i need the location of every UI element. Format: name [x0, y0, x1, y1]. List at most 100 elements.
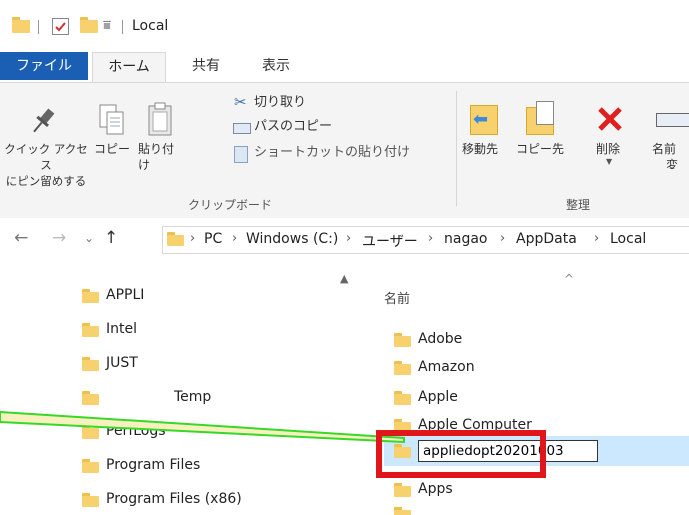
breadcrumb-nagao[interactable]: nagao	[444, 231, 487, 247]
rename-icon	[656, 113, 689, 127]
breadcrumb-separator: ›	[232, 231, 238, 246]
file-list-item-label: Amazon	[418, 359, 475, 375]
file-list-item-label: Apple	[418, 389, 458, 405]
rename-button[interactable]: 名前 変更	[642, 89, 689, 169]
paste-label: 貼り付け	[138, 142, 175, 172]
title-bar: ⩸ Local	[0, 0, 689, 52]
file-list-item-label: Apple Computer	[418, 417, 532, 433]
file-list-item-label: Apps	[418, 481, 453, 497]
copy-path-label: パスのコピー	[254, 119, 333, 134]
recent-locations-icon[interactable]: ⌄	[84, 231, 94, 245]
breadcrumb-separator: ›	[500, 231, 506, 246]
chevron-down-icon: ▼	[606, 157, 613, 166]
folder-icon	[82, 323, 99, 337]
pin-to-quick-access-button[interactable]: クイック アクセス にピン留めする	[0, 89, 88, 189]
up-arrow-icon[interactable]: ↑	[104, 228, 118, 248]
breadcrumb-users[interactable]: ユーザー	[362, 231, 418, 251]
cut-button[interactable]: ✂ 切り取り	[230, 93, 450, 115]
paste-icon	[148, 102, 172, 136]
file-list-item[interactable]: Amazon	[394, 356, 689, 382]
organize-group-label: 整理	[566, 198, 591, 212]
copy-to-button[interactable]: コピー先	[514, 89, 570, 169]
sort-ascending-icon: ^	[564, 272, 575, 286]
folder-icon	[82, 459, 99, 473]
nav-item-label: Program Files	[106, 457, 201, 473]
copy-icon	[99, 104, 124, 135]
folder-icon	[394, 444, 411, 458]
breadcrumb-local[interactable]: Local	[610, 231, 689, 247]
paste-shortcut-icon	[234, 146, 248, 163]
folder-icon	[394, 507, 411, 515]
copy-path-icon	[233, 123, 251, 134]
breadcrumb-separator: ›	[190, 231, 196, 246]
paste-shortcut-button[interactable]: ショートカットの貼り付け	[230, 145, 450, 165]
customize-toolbar-icon[interactable]: ⩸	[103, 18, 111, 33]
ribbon: クイック アクセス にピン留めする コピー 貼り付け ✂ 切り取り パスのコピー…	[0, 82, 689, 219]
delete-button[interactable]: 削除 ▼	[590, 89, 630, 169]
navigation-pane: ▲ APPLI Intel JUST Temp PerfLogs Program…	[0, 258, 362, 515]
nav-item-label: Intel	[106, 321, 137, 337]
cut-label: 切り取り	[254, 95, 307, 110]
folder-icon	[82, 493, 99, 507]
folder-icon	[82, 357, 99, 371]
file-list-item-label: Adobe	[418, 331, 463, 347]
clipboard-group-label: クリップボード	[188, 198, 273, 212]
folder-icon	[12, 17, 30, 33]
breadcrumb-separator: ›	[594, 231, 600, 246]
properties-icon[interactable]	[52, 18, 69, 35]
nav-item-label: Program Files (x86)	[106, 491, 242, 507]
folder-icon	[394, 483, 411, 497]
breadcrumb-appdata[interactable]: AppData	[516, 231, 577, 247]
tab-share[interactable]: 共有	[176, 52, 236, 80]
nav-item-label: PerfLogs	[106, 423, 166, 439]
file-list-item[interactable]: Apple	[394, 386, 689, 412]
pin-icon	[33, 108, 55, 133]
copy-button[interactable]: コピー	[90, 89, 134, 169]
scissors-icon: ✂	[234, 93, 247, 111]
rename-label-1: 名前	[652, 142, 677, 156]
file-list-item[interactable]: Apps	[394, 478, 689, 504]
folder-icon	[394, 419, 411, 433]
breadcrumb-pc[interactable]: PC	[204, 231, 222, 247]
copy-label: コピー	[94, 142, 131, 156]
window-title: Local	[132, 18, 169, 34]
folder-icon	[394, 361, 411, 375]
delete-x-icon	[598, 107, 622, 131]
nav-item-label: APPLI	[106, 287, 145, 303]
back-arrow-icon[interactable]: ←	[14, 228, 28, 248]
file-list-item[interactable]: Adobe	[394, 328, 689, 354]
folder-icon	[82, 391, 99, 405]
tab-view[interactable]: 表示	[248, 52, 304, 80]
delete-label: 削除	[596, 142, 621, 156]
move-to-label: 移動先	[462, 142, 499, 156]
paste-button[interactable]: 貼り付け	[138, 89, 182, 172]
address-bar-row: ← → ⌄ ↑ › PC › Windows (C:) › ユーザー › nag…	[0, 218, 689, 258]
copy-path-button[interactable]: パスのコピー	[230, 119, 450, 139]
scroll-up-icon[interactable]: ▲	[340, 272, 348, 285]
copy-to-label: コピー先	[516, 142, 565, 156]
tab-file[interactable]: ファイル	[0, 52, 88, 80]
rename-input[interactable]	[418, 440, 598, 462]
breadcrumb-separator: ›	[346, 231, 352, 246]
copy-to-icon	[524, 99, 558, 135]
group-separator	[456, 91, 457, 206]
move-to-icon: ⬅	[468, 103, 498, 135]
separator	[38, 20, 39, 34]
folder-icon	[394, 391, 411, 405]
new-folder-icon[interactable]	[80, 17, 98, 33]
nav-item-label: JUST	[106, 355, 138, 371]
forward-arrow-icon[interactable]: →	[52, 228, 66, 248]
pin-label: クイック アクセス にピン留めする	[4, 142, 88, 188]
file-list-item[interactable]: Apple Computer	[394, 414, 689, 434]
move-to-button[interactable]: ⬅ 移動先	[460, 89, 512, 169]
folder-icon	[167, 232, 184, 246]
column-header-name[interactable]: 名前	[384, 288, 410, 307]
breadcrumb-windows-c[interactable]: Windows (C:)	[246, 231, 338, 247]
rename-label-2: 変更	[666, 158, 679, 169]
tab-home[interactable]: ホーム	[92, 52, 166, 83]
separator	[122, 20, 123, 34]
nav-item-label: Temp	[174, 389, 212, 405]
paste-shortcut-label: ショートカットの貼り付け	[254, 145, 411, 160]
breadcrumb-separator: ›	[428, 231, 434, 246]
ribbon-tabs: ファイル ホーム 共有 表示	[0, 52, 689, 83]
